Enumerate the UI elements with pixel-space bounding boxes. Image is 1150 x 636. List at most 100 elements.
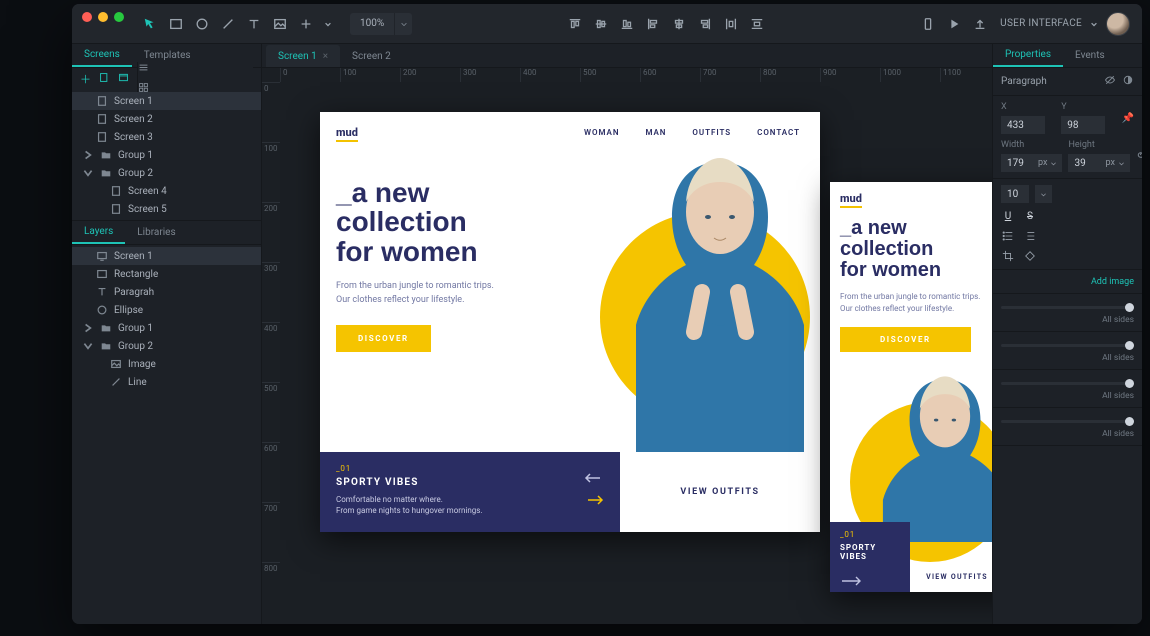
image-tool-icon[interactable] (272, 16, 288, 32)
upload-icon[interactable] (972, 16, 988, 32)
minimize-window-icon[interactable] (98, 12, 108, 22)
style-icon[interactable] (1122, 74, 1134, 89)
screen-tree-row-1[interactable]: Screen 2 (72, 110, 261, 128)
add-tool-icon[interactable] (298, 16, 314, 32)
zoom-control[interactable]: 100% (350, 13, 412, 35)
layer-tree-row-5[interactable]: Group 2 (72, 337, 261, 355)
document-title[interactable]: USER INTERFACE (1000, 18, 1082, 29)
rectangle-tool-icon[interactable] (168, 16, 184, 32)
shadow-slider[interactable] (1001, 420, 1134, 423)
zoom-dropdown-icon[interactable] (394, 13, 412, 35)
y-input[interactable] (1061, 116, 1105, 134)
screen-tab-1-label: Screen 1 (278, 51, 317, 62)
layer-tree-row-7[interactable]: Line (72, 373, 261, 391)
component-icon[interactable] (1023, 249, 1037, 263)
add-page-icon[interactable] (99, 72, 110, 86)
band-arrows-icon (584, 470, 604, 510)
link-wh-icon[interactable] (1136, 149, 1142, 164)
x-input[interactable] (1001, 116, 1045, 134)
layer-tree-label-7: Line (128, 377, 147, 388)
sides-label-3[interactable]: All sides (1001, 391, 1134, 401)
maximize-window-icon[interactable] (114, 12, 124, 22)
sides-label-4[interactable]: All sides (1001, 429, 1134, 439)
user-avatar[interactable] (1106, 12, 1130, 36)
line-tool-icon[interactable] (220, 16, 236, 32)
layer-tree-row-1[interactable]: Rectangle (72, 265, 261, 283)
artboard-desktop[interactable]: mud WOMAN MAN OUTFITS CONTACT (320, 112, 820, 532)
screen-tree-row-0[interactable]: Screen 1 (72, 92, 261, 110)
border-slider[interactable] (1001, 382, 1134, 385)
opacity-slider[interactable] (1001, 306, 1134, 309)
align-top-icon[interactable] (567, 16, 583, 32)
screen-tree-row-6[interactable]: Screen 5 (72, 200, 261, 218)
font-size-dropdown[interactable] (1035, 185, 1052, 203)
pin-icon[interactable]: 📌 (1122, 113, 1134, 124)
headline-line-1: _a new (336, 178, 506, 207)
layer-tree-row-6[interactable]: Image (72, 355, 261, 373)
chevron-right-icon[interactable] (82, 149, 94, 161)
distribute-h-icon[interactable] (723, 16, 739, 32)
align-bottom-icon[interactable] (619, 16, 635, 32)
nav-contact: CONTACT (757, 128, 800, 137)
align-right-icon[interactable] (697, 16, 713, 32)
page-icon (96, 113, 108, 125)
text-tool-icon[interactable] (246, 16, 262, 32)
list-ul-icon[interactable] (1001, 229, 1015, 243)
layer-tree-label-6: Image (128, 359, 156, 370)
radius-slider[interactable] (1001, 344, 1134, 347)
sides-label-1[interactable]: All sides (1001, 315, 1134, 325)
font-size-input[interactable] (1001, 185, 1029, 203)
document-dropdown-icon[interactable] (1090, 16, 1098, 32)
tab-layers[interactable]: Layers (72, 221, 125, 244)
tab-properties[interactable]: Properties (993, 44, 1063, 67)
add-image-button[interactable]: Add image (1091, 277, 1134, 287)
canvas-stage[interactable]: mud WOMAN MAN OUTFITS CONTACT (280, 82, 992, 624)
layer-tree-row-2[interactable]: Paragrah (72, 283, 261, 301)
tab-screens[interactable]: Screens (72, 44, 132, 67)
screen-tree-row-3[interactable]: Group 1 (72, 146, 261, 164)
underline-icon[interactable]: U (1001, 209, 1015, 223)
tab-events[interactable]: Events (1063, 44, 1117, 67)
layer-tree-row-4[interactable]: Group 1 (72, 319, 261, 337)
screen-tree-row-5[interactable]: Screen 4 (72, 182, 261, 200)
strikethrough-icon[interactable]: S (1023, 209, 1037, 223)
height-unit: px (1100, 154, 1129, 172)
screen-tree-row-2[interactable]: Screen 3 (72, 128, 261, 146)
add-screen-icon[interactable]: ＋ (80, 71, 91, 87)
screen-tab-2[interactable]: Screen 2 (340, 45, 403, 67)
page-icon (96, 95, 108, 107)
screen-tab-1[interactable]: Screen 1 × (266, 45, 340, 67)
tool-group-align (567, 16, 765, 32)
distribute-v-icon[interactable] (749, 16, 765, 32)
ruler-vertical: 0100200300400500600700800 (262, 82, 280, 624)
screen-tab-2-label: Screen 2 (352, 51, 391, 62)
chevron-down-icon[interactable] (82, 167, 94, 179)
add-group-icon[interactable] (118, 72, 129, 86)
chevron-right-icon[interactable] (82, 322, 94, 334)
page-icon (110, 203, 122, 215)
close-tab-icon[interactable]: × (323, 51, 328, 62)
window-controls[interactable] (82, 12, 124, 22)
visibility-icon[interactable] (1104, 74, 1116, 89)
height-input[interactable] (1068, 154, 1100, 172)
ellipse-tool-icon[interactable] (194, 16, 210, 32)
align-hcenter-icon[interactable] (671, 16, 687, 32)
play-icon[interactable] (946, 16, 962, 32)
tab-libraries[interactable]: Libraries (125, 221, 187, 244)
chevron-down-icon[interactable] (82, 340, 94, 352)
align-vcenter-icon[interactable] (593, 16, 609, 32)
select-tool-icon[interactable] (142, 16, 158, 32)
crop-icon[interactable] (1001, 249, 1015, 263)
screen-tree-row-4[interactable]: Group 2 (72, 164, 261, 182)
list-view-icon[interactable] (138, 62, 253, 76)
width-input[interactable] (1001, 154, 1033, 172)
layer-tree-row-3[interactable]: Ellipse (72, 301, 261, 319)
close-window-icon[interactable] (82, 12, 92, 22)
layer-tree-row-0[interactable]: Screen 1 (72, 247, 261, 265)
device-icon[interactable] (920, 16, 936, 32)
align-left-icon[interactable] (645, 16, 661, 32)
artboard-mobile[interactable]: mud _a new collection for women From the… (830, 182, 992, 592)
sides-label-2[interactable]: All sides (1001, 353, 1134, 363)
list-ol-icon[interactable] (1023, 229, 1037, 243)
add-tool-dropdown-icon[interactable] (324, 16, 332, 32)
